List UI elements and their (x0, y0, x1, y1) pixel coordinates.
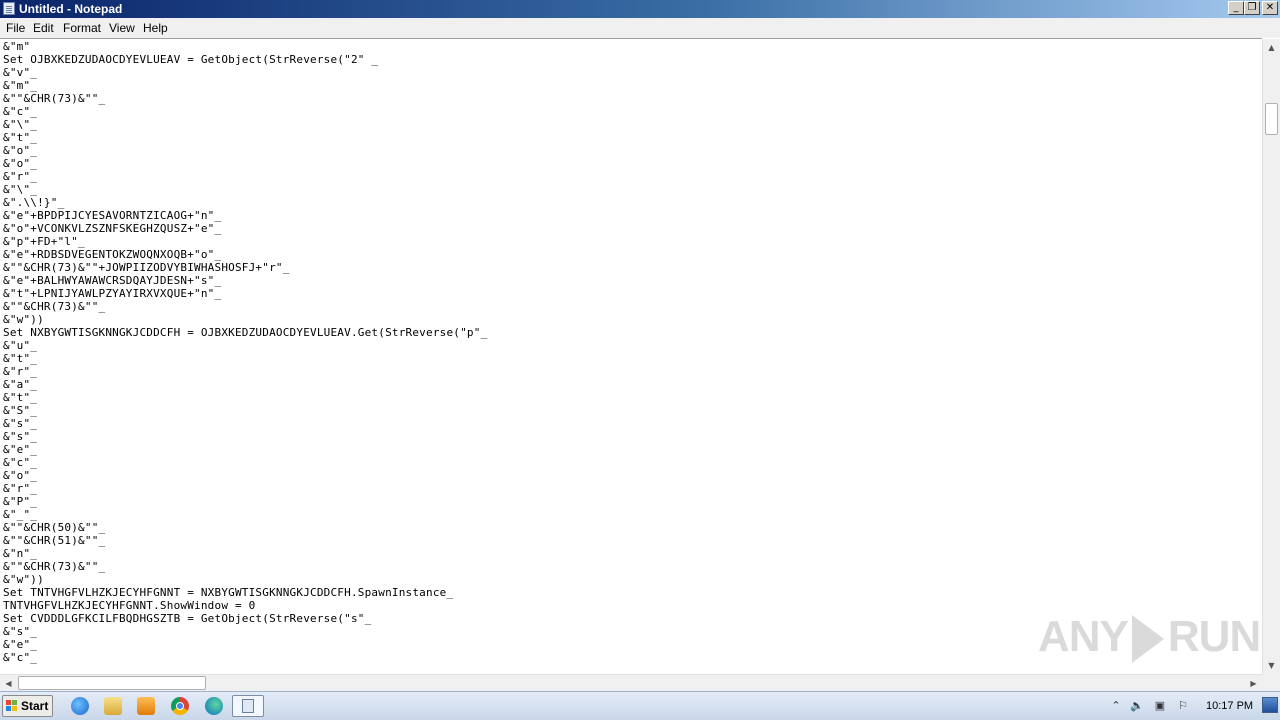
clock[interactable]: 10:17 PM (1206, 700, 1253, 712)
menu-format[interactable]: Format (63, 21, 101, 35)
anyrun-watermark: ANY RUN (1038, 612, 1261, 664)
vertical-scroll-thumb[interactable] (1265, 103, 1278, 135)
notepad-icon (242, 699, 254, 713)
menu-file[interactable]: File (6, 21, 25, 35)
menu-view[interactable]: View (109, 21, 135, 35)
scroll-left-arrow-icon[interactable]: ◀ (0, 675, 17, 692)
notepad-app-icon[interactable] (3, 2, 15, 15)
scrollbar-corner (1262, 674, 1280, 691)
show-desktop-icon[interactable] (1262, 697, 1278, 713)
taskbar: Start ⌃ 🔈 ▣ ⚐ 10:17 PM (0, 691, 1280, 720)
volume-icon[interactable]: 🔈 (1130, 699, 1144, 713)
windows-logo-icon (6, 700, 18, 712)
title-bar[interactable]: Untitled - Notepad _ ❐ ✕ (0, 0, 1280, 18)
vertical-scrollbar[interactable]: ▲ ▼ (1262, 39, 1280, 674)
menu-bar: File Edit Format View Help (0, 18, 1280, 38)
scroll-up-arrow-icon[interactable]: ▲ (1263, 39, 1280, 56)
chrome-icon[interactable] (171, 697, 189, 715)
menu-edit[interactable]: Edit (33, 21, 54, 35)
play-triangle-icon (1131, 615, 1164, 664)
show-hidden-icons-icon[interactable]: ⌃ (1109, 699, 1123, 713)
network-icon[interactable]: ▣ (1153, 699, 1167, 713)
window-title: Untitled - Notepad (19, 2, 123, 16)
action-center-flag-icon[interactable]: ⚐ (1176, 699, 1190, 713)
start-label: Start (21, 699, 49, 713)
start-button[interactable]: Start (2, 695, 53, 717)
minimize-button[interactable]: _ (1228, 1, 1244, 15)
watermark-text-left: ANY (1038, 612, 1129, 661)
file-explorer-icon[interactable] (104, 697, 122, 715)
media-player-icon[interactable] (137, 697, 155, 715)
internet-explorer-icon[interactable] (71, 697, 89, 715)
maximize-button[interactable]: ❐ (1244, 1, 1260, 15)
horizontal-scrollbar[interactable]: ◀ ▶ (0, 674, 1262, 692)
edge-icon[interactable] (205, 697, 223, 715)
system-tray: ⌃ 🔈 ▣ ⚐ 10:17 PM (1104, 692, 1280, 720)
scroll-right-arrow-icon[interactable]: ▶ (1245, 675, 1262, 692)
text-editor-area[interactable]: &"m" Set OJBXKEDZUDAOCDYEVLUEAV = GetObj… (0, 38, 1262, 674)
editor-text[interactable]: &"m" Set OJBXKEDZUDAOCDYEVLUEAV = GetObj… (3, 40, 487, 664)
taskbar-notepad-button[interactable] (232, 695, 264, 717)
scroll-down-arrow-icon[interactable]: ▼ (1263, 657, 1280, 674)
horizontal-scroll-thumb[interactable] (18, 676, 206, 690)
close-button[interactable]: ✕ (1262, 1, 1278, 15)
menu-help[interactable]: Help (143, 21, 168, 35)
watermark-text-right: RUN (1167, 612, 1261, 661)
